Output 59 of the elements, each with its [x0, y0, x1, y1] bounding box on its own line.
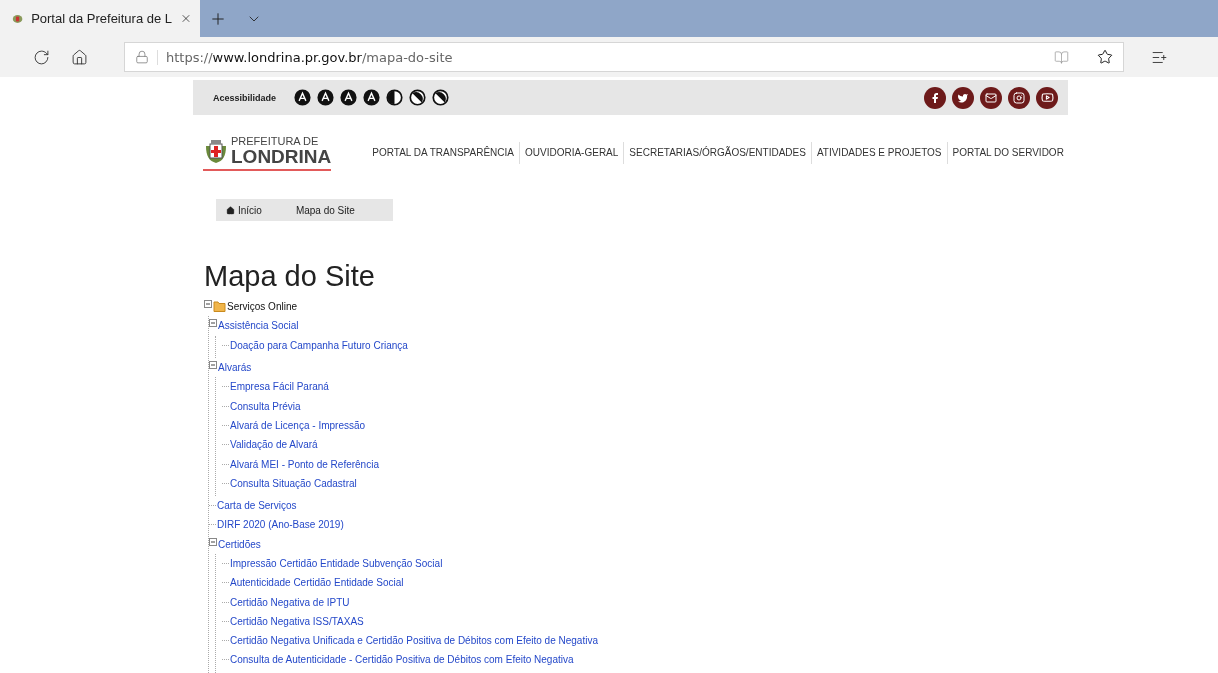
home-icon[interactable]: [70, 48, 88, 66]
collapse-toggle[interactable]: [209, 319, 217, 328]
address-bar[interactable]: https://www.londrina.pr.gov.br/mapa-do-site: [124, 42, 1124, 72]
font-size-icon[interactable]: [294, 89, 312, 106]
logo-text: LONDRINA: [231, 146, 332, 166]
sitemap-link[interactable]: Certidão Negativa de IPTU: [230, 596, 350, 608]
nav-link[interactable]: ATIVIDADES E PROJETOS: [810, 142, 947, 164]
font-size-icon[interactable]: [340, 89, 358, 106]
sitemap-link[interactable]: Carta de Serviços: [217, 500, 297, 512]
collapse-toggle[interactable]: [209, 537, 217, 546]
current-page-label: Mapa do Site: [295, 204, 355, 216]
star-icon[interactable]: [1097, 49, 1113, 65]
sitemap-link[interactable]: DIRF 2020 (Ano-Base 2019): [217, 519, 344, 531]
crest-icon: [203, 137, 229, 164]
sitemap-link[interactable]: Alvarás: [218, 362, 252, 374]
tab-title: Portal da Prefeitura de L: [31, 11, 173, 26]
sitemap-link[interactable]: Consulta de Autenticidade - Certidão Positiva de Débitos com Efeito Negativa: [230, 654, 574, 666]
sitemap-link[interactable]: Assistência Social: [218, 320, 299, 332]
font-size-icon[interactable]: [317, 89, 335, 106]
refresh-icon[interactable]: [32, 48, 50, 66]
collapse-toggle[interactable]: [209, 360, 217, 369]
collapse-toggle[interactable]: [204, 300, 212, 308]
sitemap-link[interactable]: Autenticidade Certidão Entidade Social: [230, 577, 404, 589]
sitemap-link[interactable]: Alvará de Licença - Impressão: [230, 419, 366, 431]
facebook-icon[interactable]: [924, 86, 946, 109]
contrast-icon[interactable]: [409, 89, 427, 106]
home-link[interactable]: Início: [226, 204, 262, 216]
city-logo[interactable]: PREFEITURA DE LONDRINA: [203, 135, 332, 171]
instagram-icon[interactable]: [1008, 86, 1030, 109]
font-size-icon[interactable]: [363, 89, 381, 106]
logo-text: PREFEITURA DE: [231, 135, 320, 147]
lock-icon: [135, 50, 149, 64]
folder-icon: [213, 301, 227, 313]
sitemap-link[interactable]: Consulta Prévia: [230, 400, 301, 412]
sitemap-link[interactable]: Serviços Online: [227, 301, 298, 313]
accessibility-label: Acessibilidade: [213, 92, 277, 103]
home-icon: [226, 205, 235, 215]
sitemap-link[interactable]: Certidão Negativa Unificada e Certidão Positiva de Débitos com Efeito de Negativa: [230, 635, 598, 647]
contrast-icon[interactable]: [432, 89, 450, 106]
sitemap-link[interactable]: Empresa Fácil Paraná: [230, 381, 329, 393]
sitemap-link[interactable]: Certidões: [218, 538, 261, 550]
url-text: https://www.londrina.pr.gov.br/mapa-do-site: [157, 49, 1046, 65]
page-title: Mapa do Site: [204, 259, 376, 293]
sitemap-link[interactable]: Alvará MEI - Ponto de Referência: [230, 458, 379, 470]
sitemap-link[interactable]: Impressão Certidão Entidade Subvenção Social: [230, 558, 443, 569]
twitter-icon[interactable]: [952, 86, 974, 109]
sitemap-link[interactable]: Validação de Alvará: [230, 439, 318, 451]
sitemap-link[interactable]: Doação para Campanha Futuro Criança: [230, 339, 408, 351]
nav-link[interactable]: PORTAL DA TRANSPARÊNCIA: [367, 142, 519, 164]
mail-icon[interactable]: [980, 86, 1002, 109]
crest-icon: [12, 12, 24, 25]
sitemap-link[interactable]: Certidão Negativa ISS/TAXAS: [230, 615, 364, 627]
browser-tab[interactable]: Portal da Prefeitura de L: [0, 0, 200, 37]
contrast-icon[interactable]: [386, 89, 404, 106]
sitemap-link[interactable]: Consulta Situação Cadastral: [230, 477, 357, 489]
youtube-icon[interactable]: [1036, 86, 1058, 109]
nav-link[interactable]: OUVIDORIA-GERAL: [519, 142, 624, 164]
nav-link[interactable]: PORTAL DO SERVIDOR: [946, 142, 1069, 164]
nav-link[interactable]: SECRETARIAS/ÓRGÃOS/ENTIDADES: [623, 142, 811, 164]
